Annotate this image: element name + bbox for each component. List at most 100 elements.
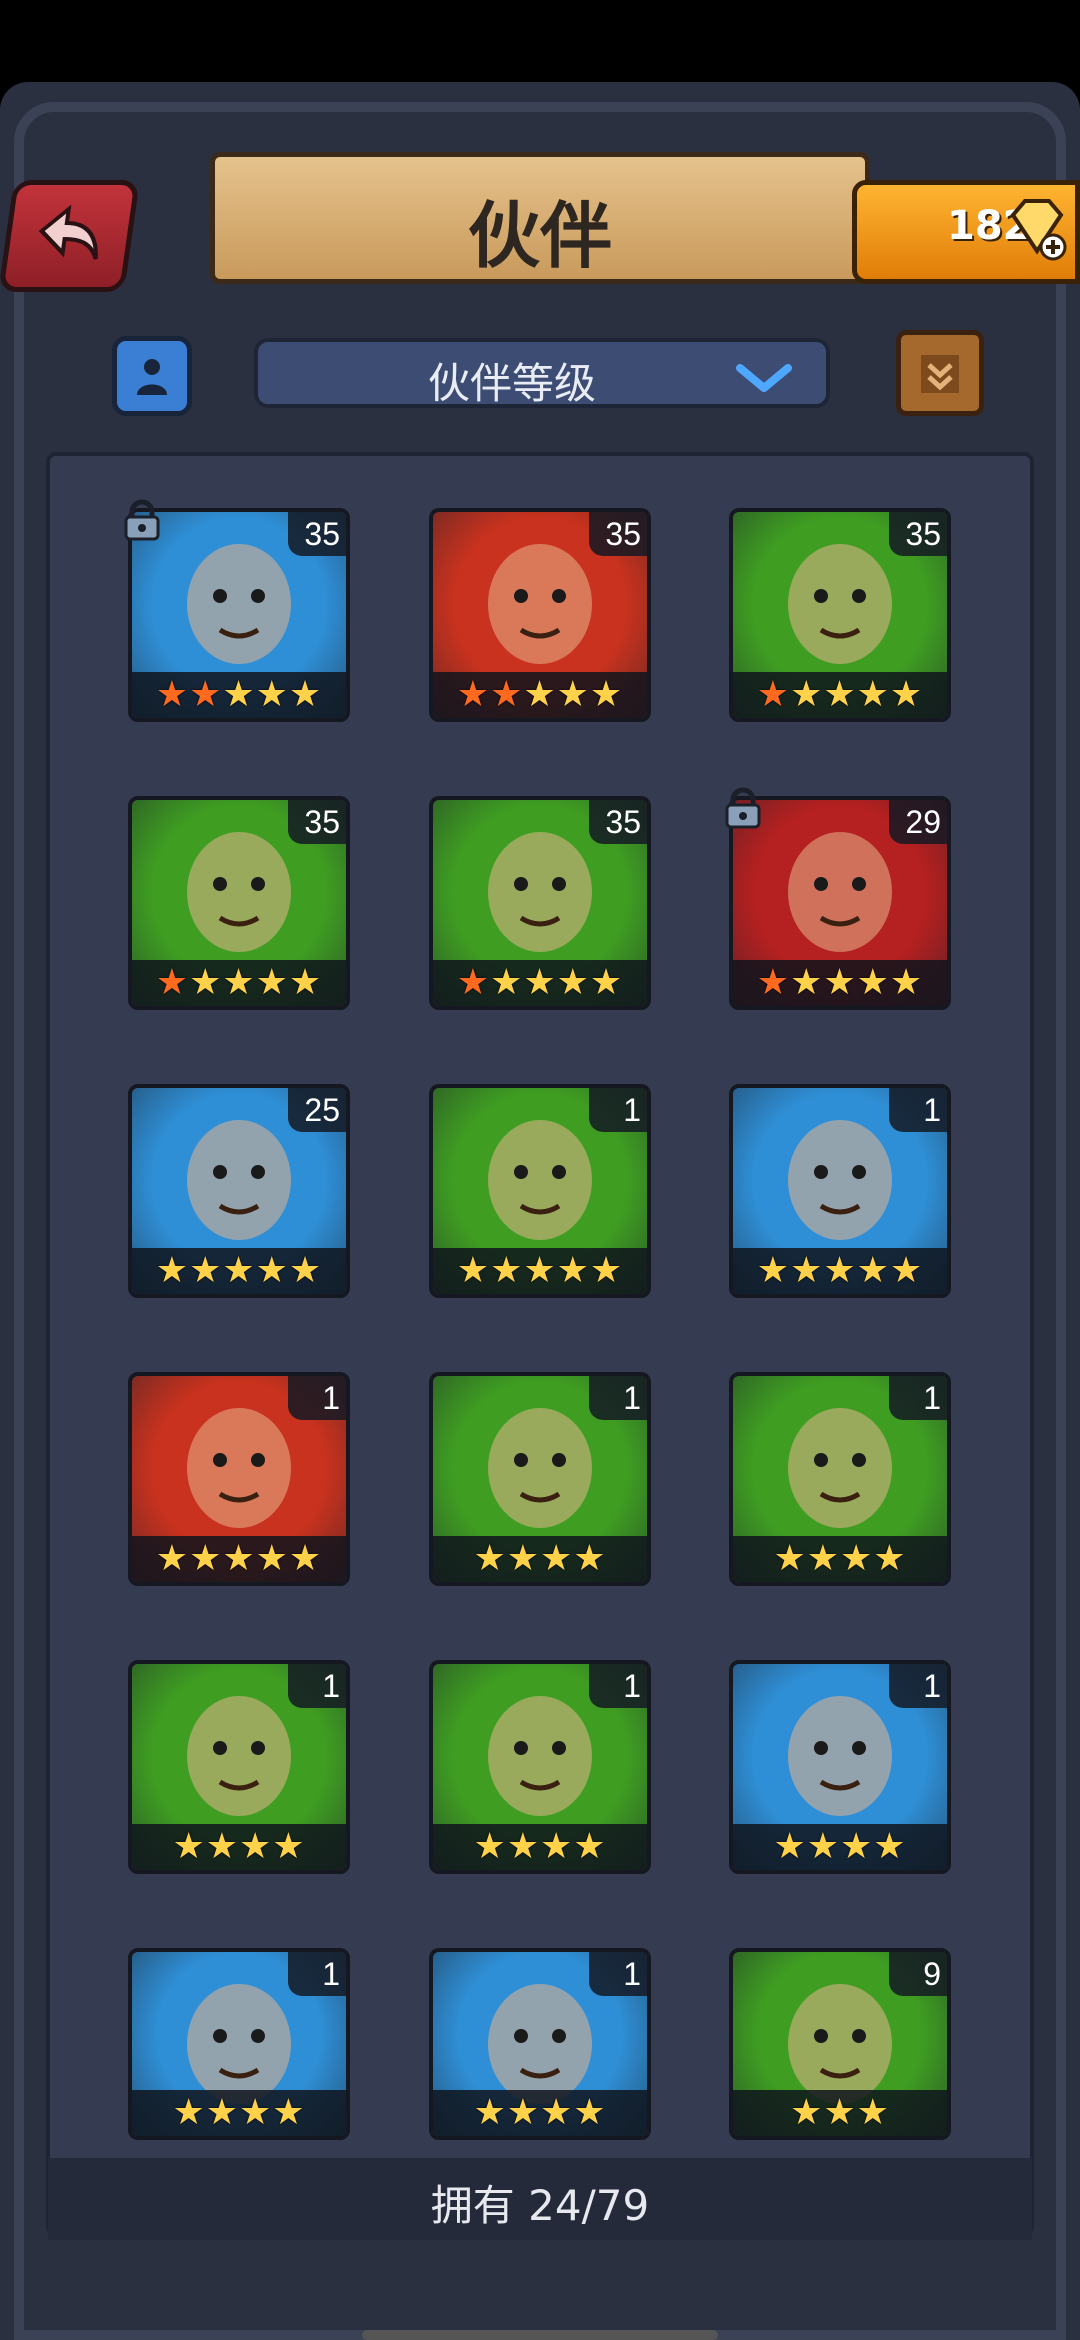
star-icon: ★ bbox=[573, 2092, 607, 2133]
star-icon: ★ bbox=[790, 674, 824, 715]
star-rating: ★★★★★ bbox=[132, 1248, 346, 1294]
back-arrow-icon bbox=[38, 204, 98, 260]
star-icon: ★ bbox=[239, 2092, 273, 2133]
star-icon: ★ bbox=[288, 962, 323, 1003]
companion-card[interactable]: 1 ★★★★ bbox=[729, 1372, 951, 1586]
gem-counter-button[interactable]: 182 bbox=[852, 180, 1080, 284]
star-rating: ★★★★★ bbox=[733, 1248, 947, 1294]
companion-card[interactable]: 1 ★★★★ bbox=[429, 1660, 651, 1874]
star-rating: ★★★★★ bbox=[132, 960, 346, 1006]
star-rating: ★★★★ bbox=[733, 1824, 947, 1870]
star-icon: ★ bbox=[189, 674, 223, 715]
star-rating: ★★★ bbox=[733, 2090, 947, 2136]
star-icon: ★ bbox=[490, 1250, 524, 1291]
companion-card[interactable]: 35 ★★★★★ bbox=[429, 508, 651, 722]
star-icon: ★ bbox=[823, 674, 857, 715]
star-icon: ★ bbox=[856, 674, 890, 715]
star-icon: ★ bbox=[456, 962, 491, 1003]
star-icon: ★ bbox=[823, 1250, 857, 1291]
star-icon: ★ bbox=[155, 962, 190, 1003]
companion-card[interactable]: 1 ★★★★ bbox=[429, 1948, 651, 2140]
companion-card[interactable]: 9 ★★★ bbox=[729, 1948, 951, 2140]
star-rating: ★★★★ bbox=[433, 2090, 647, 2136]
companion-level: 1 bbox=[589, 1664, 647, 1708]
sort-dropdown[interactable]: 伙伴等级 bbox=[254, 338, 830, 408]
star-rating: ★★★★★ bbox=[132, 672, 346, 718]
star-icon: ★ bbox=[222, 1250, 256, 1291]
companion-card[interactable]: 1 ★★★★ bbox=[429, 1372, 651, 1586]
star-icon: ★ bbox=[790, 962, 824, 1003]
filter-button[interactable] bbox=[896, 330, 984, 416]
star-icon: ★ bbox=[556, 962, 590, 1003]
star-rating: ★★★★ bbox=[132, 1824, 346, 1870]
companion-level: 35 bbox=[589, 512, 647, 556]
star-icon: ★ bbox=[523, 674, 557, 715]
star-rating: ★★★★ bbox=[132, 2090, 346, 2136]
star-icon: ★ bbox=[272, 1826, 306, 1867]
star-icon: ★ bbox=[272, 2092, 306, 2133]
back-button[interactable] bbox=[0, 180, 140, 292]
star-icon: ★ bbox=[189, 962, 223, 1003]
companion-level: 35 bbox=[288, 512, 346, 556]
companion-card[interactable]: 1 ★★★★ bbox=[128, 1660, 350, 1874]
companion-card[interactable]: 25 ★★★★★ bbox=[128, 1084, 350, 1298]
star-icon: ★ bbox=[523, 962, 557, 1003]
star-icon: ★ bbox=[506, 1826, 540, 1867]
companion-card[interactable]: 1 ★★★★★ bbox=[128, 1372, 350, 1586]
companion-card[interactable]: 1 ★★★★★ bbox=[429, 1084, 651, 1298]
star-icon: ★ bbox=[773, 1538, 807, 1579]
star-icon: ★ bbox=[288, 1250, 323, 1291]
star-icon: ★ bbox=[506, 1538, 540, 1579]
star-icon: ★ bbox=[806, 1538, 840, 1579]
star-icon: ★ bbox=[873, 1538, 907, 1579]
star-icon: ★ bbox=[840, 1826, 874, 1867]
chevron-down-icon bbox=[736, 364, 792, 392]
companion-card[interactable]: 1 ★★★★ bbox=[729, 1660, 951, 1874]
star-rating: ★★★★★ bbox=[433, 1248, 647, 1294]
companion-level: 35 bbox=[589, 800, 647, 844]
star-icon: ★ bbox=[540, 1538, 574, 1579]
lock-icon bbox=[721, 786, 765, 830]
companion-card[interactable]: 35 ★★★★★ bbox=[429, 796, 651, 1010]
star-icon: ★ bbox=[189, 1250, 223, 1291]
star-icon: ★ bbox=[773, 1826, 807, 1867]
companion-level: 9 bbox=[889, 1952, 947, 1996]
star-rating: ★★★★★ bbox=[433, 960, 647, 1006]
star-icon: ★ bbox=[172, 1826, 206, 1867]
star-icon: ★ bbox=[288, 1538, 323, 1579]
star-icon: ★ bbox=[506, 2092, 540, 2133]
star-icon: ★ bbox=[172, 2092, 206, 2133]
filter-scroll-icon bbox=[921, 355, 959, 393]
star-icon: ★ bbox=[255, 1250, 289, 1291]
star-icon: ★ bbox=[490, 674, 524, 715]
home-indicator bbox=[362, 2330, 718, 2340]
star-icon: ★ bbox=[205, 2092, 239, 2133]
star-icon: ★ bbox=[473, 1826, 507, 1867]
owned-count: 拥有 24/79 bbox=[430, 2181, 650, 2230]
star-rating: ★★★★ bbox=[733, 1536, 947, 1582]
companion-level: 1 bbox=[889, 1664, 947, 1708]
companion-card[interactable]: 1 ★★★★★ bbox=[729, 1084, 951, 1298]
companion-level: 1 bbox=[288, 1376, 346, 1420]
companion-card[interactable]: 1 ★★★★ bbox=[128, 1948, 350, 2140]
star-icon: ★ bbox=[205, 1826, 239, 1867]
star-icon: ★ bbox=[456, 674, 491, 715]
companion-card[interactable]: 35 ★★★★★ bbox=[128, 796, 350, 1010]
star-icon: ★ bbox=[473, 2092, 507, 2133]
star-icon: ★ bbox=[790, 2092, 824, 2133]
star-rating: ★★★★ bbox=[433, 1536, 647, 1582]
star-icon: ★ bbox=[823, 962, 857, 1003]
star-icon: ★ bbox=[540, 2092, 574, 2133]
star-rating: ★★★★ bbox=[433, 1824, 647, 1870]
companion-level: 29 bbox=[889, 800, 947, 844]
star-icon: ★ bbox=[222, 674, 256, 715]
star-icon: ★ bbox=[856, 962, 890, 1003]
star-icon: ★ bbox=[288, 674, 323, 715]
sort-order-button[interactable] bbox=[112, 336, 192, 416]
star-icon: ★ bbox=[573, 1826, 607, 1867]
star-icon: ★ bbox=[873, 1826, 907, 1867]
star-icon: ★ bbox=[790, 1250, 824, 1291]
star-icon: ★ bbox=[840, 1538, 874, 1579]
star-icon: ★ bbox=[556, 674, 590, 715]
companion-card[interactable]: 35 ★★★★★ bbox=[729, 508, 951, 722]
